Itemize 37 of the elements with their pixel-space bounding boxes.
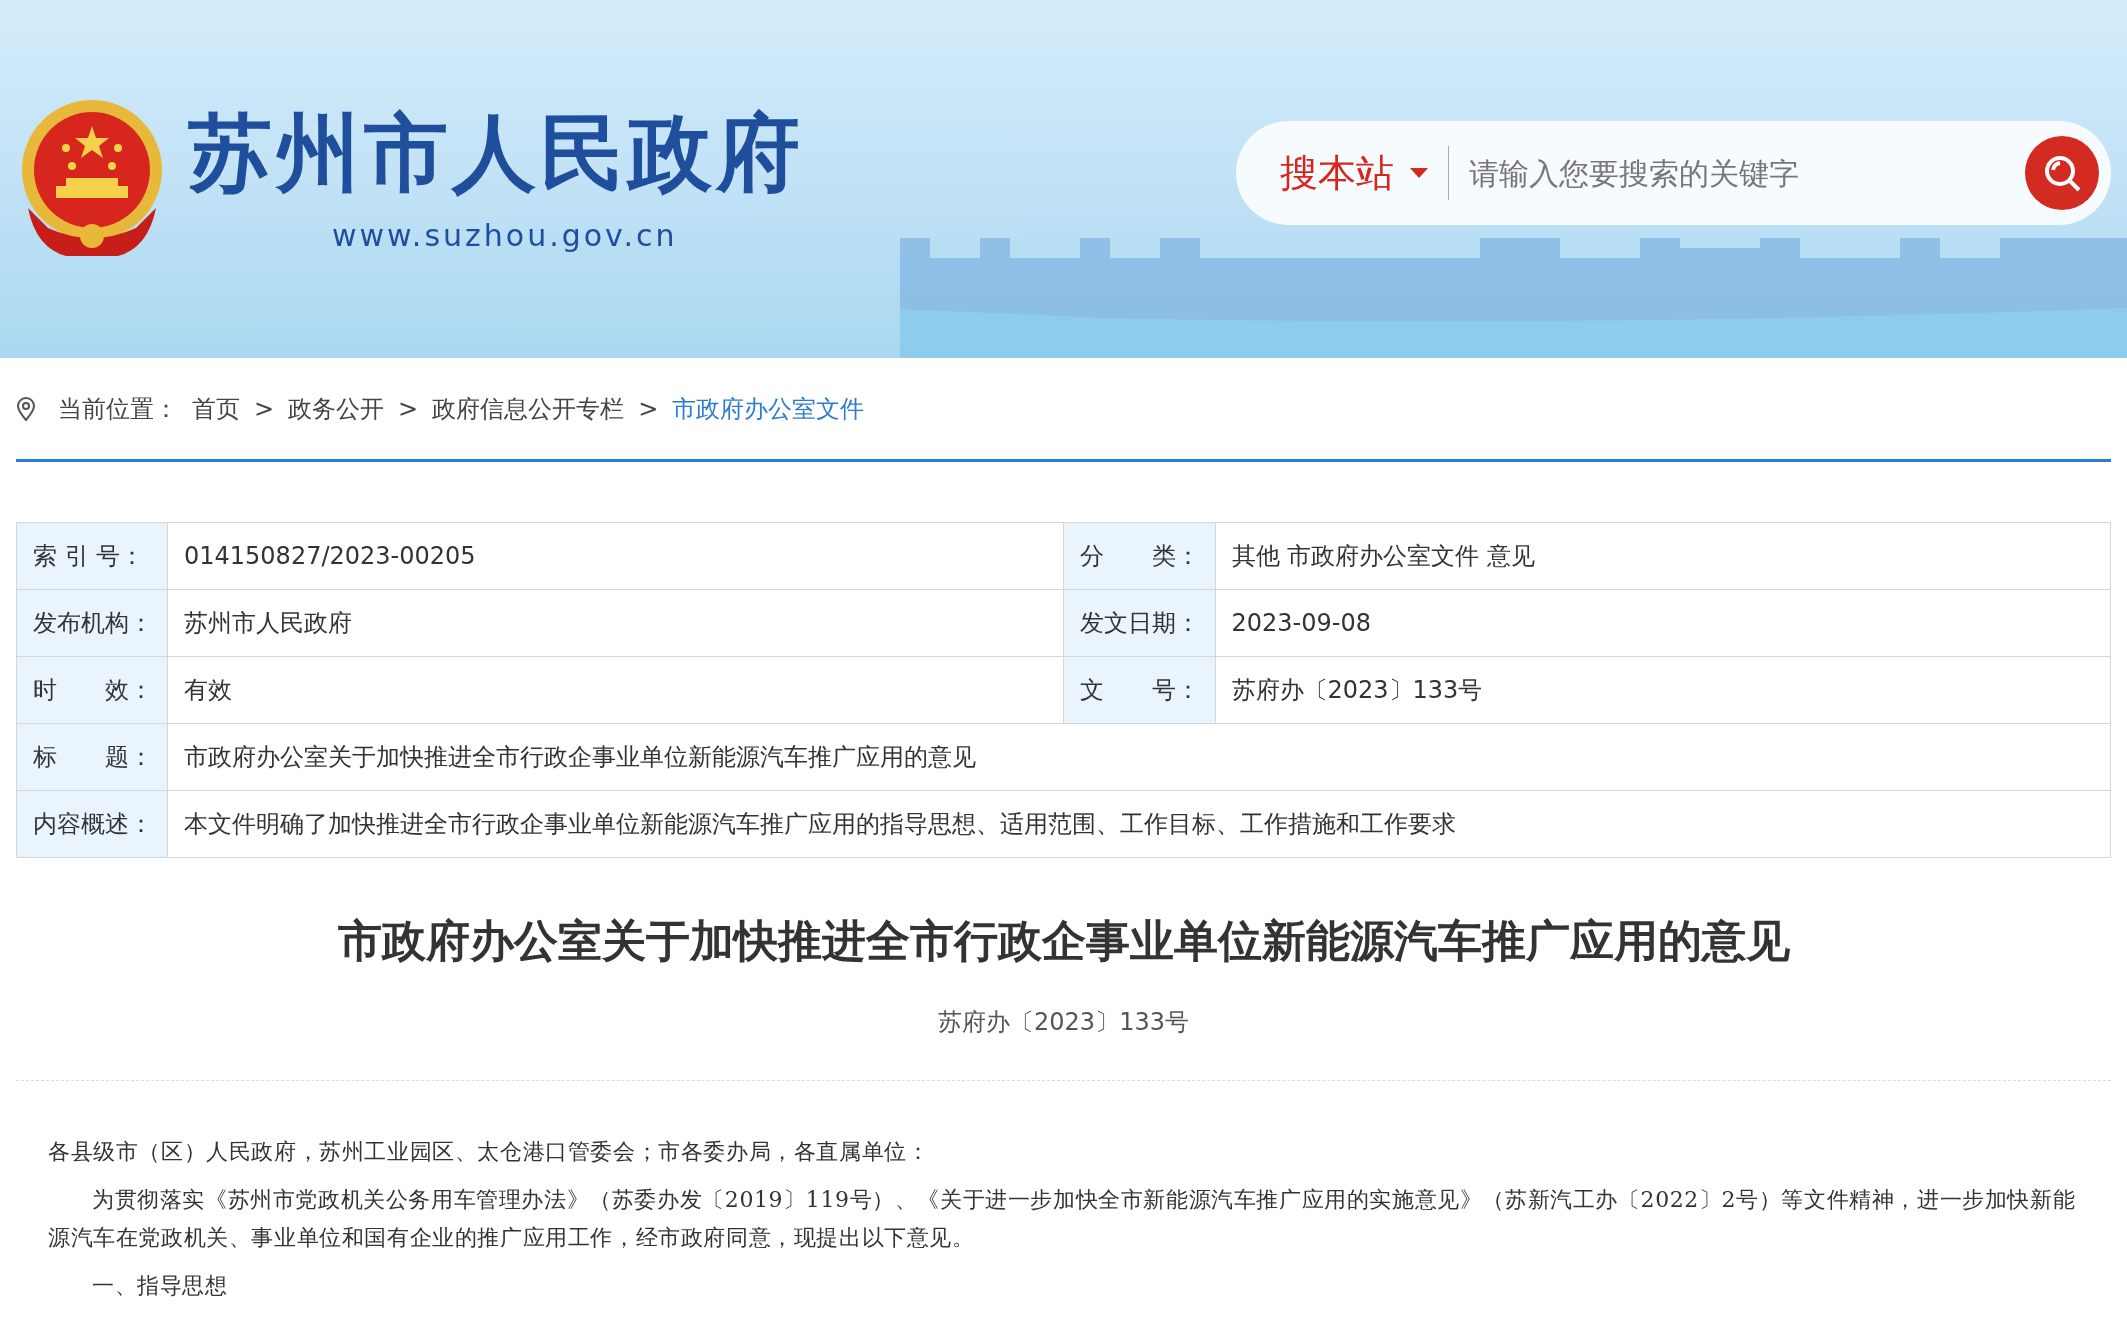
- breadcrumb-separator: >: [398, 393, 419, 425]
- table-value-cell: 有效: [168, 657, 1064, 724]
- document-number: 苏府办〔2023〕133号: [937, 1007, 1190, 1038]
- table-label-cell: 发布机构：: [17, 590, 168, 657]
- breadcrumb-separator: >: [254, 393, 275, 425]
- search-scope-dropdown[interactable]: 搜本站: [1280, 144, 1428, 202]
- search-button[interactable]: [2025, 136, 2099, 210]
- salutation-text: 各县级市（区）人民政府，苏州工业园区、太仓港口管委会；市各委办局，各直属单位：: [48, 1138, 931, 1166]
- table-label-cell: 发文日期：: [1063, 590, 1216, 657]
- caret-icon: [1410, 168, 1428, 178]
- table-value-cell: 苏府办〔2023〕133号: [1215, 657, 2111, 724]
- body-paragraph: 一、指导思想: [91, 1272, 229, 1300]
- article-title: 市政府办公室关于加快推进全市行政企事业单位新能源汽车推广应用的意见: [336, 914, 1791, 968]
- breadcrumb-label: 当前位置：: [58, 393, 178, 425]
- search-icon: [2042, 153, 2082, 193]
- table-label-cell: 内容概述：: [17, 791, 168, 858]
- breadcrumb-separator: >: [638, 393, 659, 425]
- search-field[interactable]: 搜本站 请输入您要搜索的关键字: [1236, 121, 2111, 225]
- body-paragraph: 为贯彻落实《苏州市党政机关公务用车管理办法》（苏委办发〔2019〕119号）、《关于进一步加快全市新能源汽车推广应用的实施意见》（苏新汽工办〔2022〕2号）等文件精神，进一步加快新能源汽车在党政机关、事业单位和国有企业的推广应用工作，经市政府同意，现提出以下意见。: [48, 1186, 2077, 1252]
- table-label-cell: 时 效：: [17, 657, 168, 724]
- table-value-cell: 2023-09-08: [1215, 590, 2111, 657]
- table-value-cell: 本文件明确了加快推进全市行政企事业单位新能源汽车推广应用的指导思想、适用范围、工作目标、工作措施和工作要求: [168, 791, 2111, 858]
- site-url: www.suzhou.gov.cn: [332, 216, 679, 255]
- table-label-cell: 分 类：: [1063, 523, 1216, 590]
- location-pin-icon: [16, 396, 36, 421]
- breadcrumb-link[interactable]: 政府信息公开专栏: [432, 390, 625, 427]
- table-label-cell: 索 引 号：: [17, 523, 168, 590]
- breadcrumb-link[interactable]: 政务公开: [288, 390, 385, 427]
- site-title: 苏州市人民政府: [188, 110, 804, 195]
- table-value-cell: 其他 市政府办公室文件 意见: [1215, 523, 2111, 590]
- table-value-cell: 苏州市人民政府: [168, 590, 1064, 657]
- table-value-cell: 市政府办公室关于加快推进全市行政企事业单位新能源汽车推广应用的意见: [168, 724, 2111, 791]
- breadcrumb-link[interactable]: 市政府办公室文件: [672, 390, 865, 427]
- table-value-cell: 014150827/2023-00205: [168, 523, 1064, 590]
- table-label-cell: 文 号：: [1063, 657, 1216, 724]
- breadcrumb-link[interactable]: 首页: [192, 390, 240, 427]
- table-label-cell: 标 题：: [17, 724, 168, 791]
